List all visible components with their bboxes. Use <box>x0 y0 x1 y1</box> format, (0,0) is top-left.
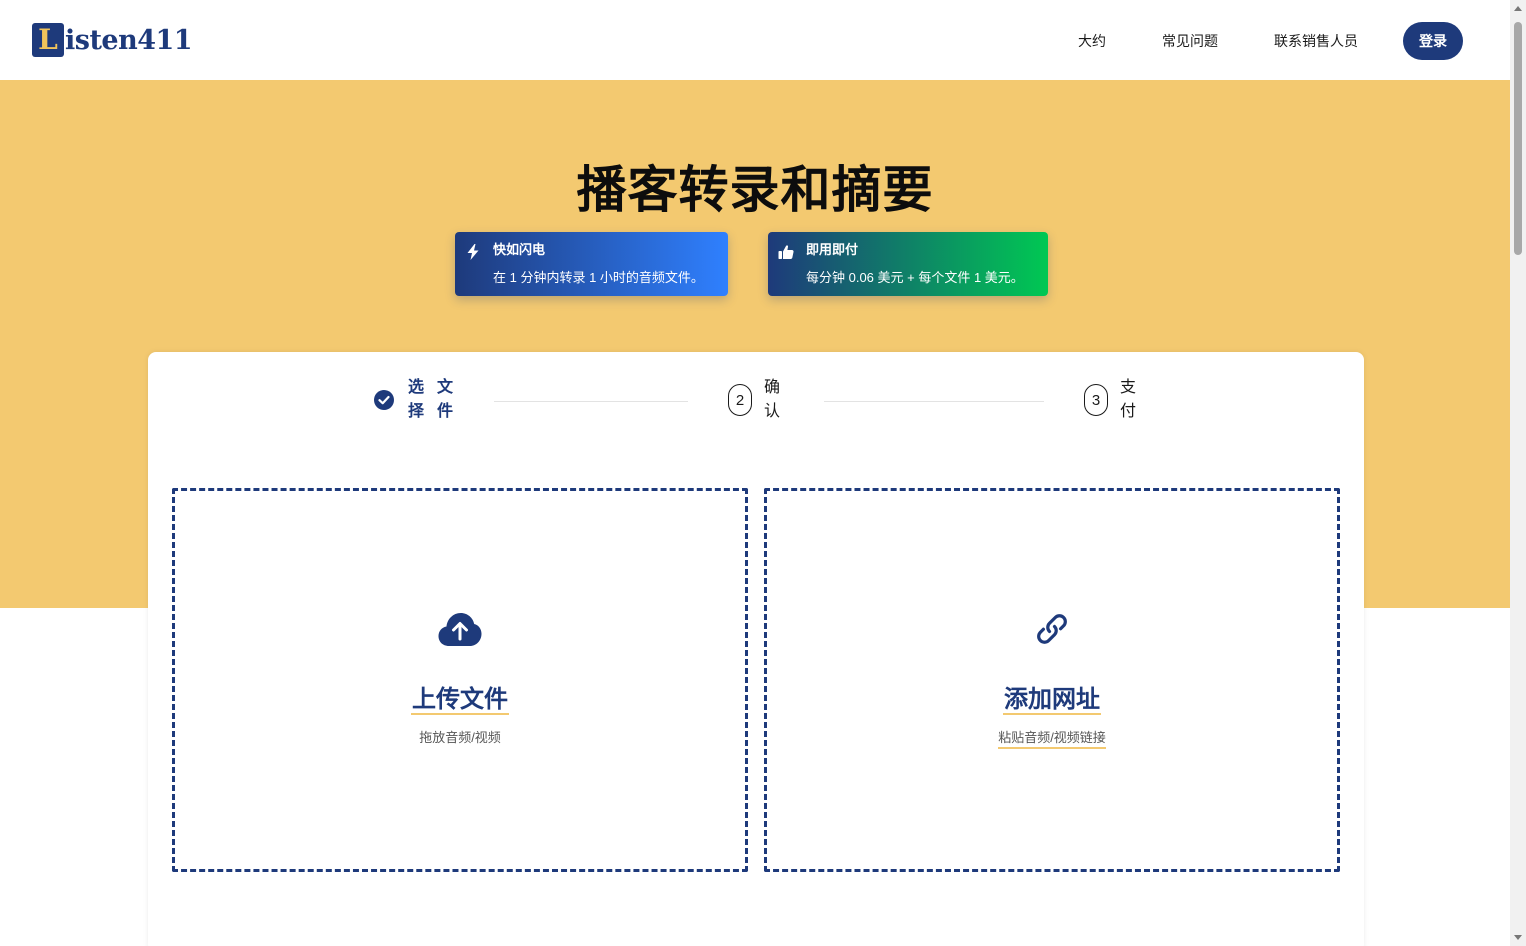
scroll-up-arrow-icon[interactable] <box>1514 6 1522 11</box>
step-1-label: 选 文 择 件 <box>408 376 454 424</box>
step-confirm: 2 确 认 <box>728 376 782 424</box>
nav-contact-sales[interactable]: 联系销售人员 <box>1274 31 1358 51</box>
page-title: 播客转录和摘要 <box>576 162 934 218</box>
logo-mark: L <box>32 23 64 57</box>
step-3-char: 付 <box>1120 403 1137 420</box>
feature-pay-as-you-go-card: 即用即付 每分钟 0.06 美元 + 每个文件 1 美元。 <box>768 232 1048 296</box>
link-icon <box>1030 609 1074 649</box>
lightning-icon <box>467 244 479 260</box>
step-2-label: 确 认 <box>764 376 782 424</box>
add-url-title[interactable]: 添加网址 <box>1003 687 1101 715</box>
add-url-subtitle[interactable]: 粘贴音频/视频链接 <box>998 729 1106 749</box>
main-nav: 大约 常见问题 联系销售人员 登录 <box>1078 22 1463 60</box>
step-connector <box>494 401 688 402</box>
nav-about[interactable]: 大约 <box>1078 31 1106 51</box>
upload-file-title[interactable]: 上传文件 <box>411 687 509 715</box>
step-select-file: 选 文 择 件 <box>372 376 454 424</box>
listen411-logo[interactable]: L isten411 <box>32 22 193 58</box>
feature-desc: 每分钟 0.06 美元 + 每个文件 1 美元。 <box>806 270 1024 285</box>
step-2-number: 2 <box>728 384 752 416</box>
nav-faq[interactable]: 常见问题 <box>1162 31 1218 51</box>
step-connector <box>824 401 1044 402</box>
scrollbar-thumb[interactable] <box>1514 22 1522 255</box>
login-button[interactable]: 登录 <box>1403 22 1463 60</box>
feature-title: 快如闪电 <box>493 242 546 257</box>
page-scrollbar[interactable] <box>1510 0 1526 946</box>
upload-card: 选 文 择 件 2 确 认 3 支 付 上传文件 拖放音频/视频 添加网址 粘贴… <box>148 352 1364 946</box>
logo-text: isten411 <box>65 24 193 56</box>
step-3-label: 支 付 <box>1120 376 1138 424</box>
scroll-down-arrow-icon[interactable] <box>1514 935 1522 940</box>
step-1-char: 选 <box>408 379 425 396</box>
step-1-indicator <box>372 384 396 416</box>
upload-file-dropzone[interactable]: 上传文件 拖放音频/视频 <box>172 488 748 872</box>
add-url-dropzone[interactable]: 添加网址 粘贴音频/视频链接 <box>764 488 1340 872</box>
cloud-upload-icon <box>438 609 482 649</box>
step-1-char: 择 <box>408 403 425 420</box>
feature-fast-card: 快如闪电 在 1 分钟内转录 1 小时的音频文件。 <box>455 232 728 296</box>
step-pay: 3 支 付 <box>1084 376 1138 424</box>
step-1-char: 文 <box>437 379 454 396</box>
logo-letter: L <box>38 23 58 56</box>
feature-desc: 在 1 分钟内转录 1 小时的音频文件。 <box>493 270 704 285</box>
step-3-char: 支 <box>1120 379 1137 396</box>
step-1-char: 件 <box>437 403 454 420</box>
step-2-char: 认 <box>764 403 781 420</box>
step-3-number: 3 <box>1084 384 1108 416</box>
check-circle-icon <box>374 390 394 410</box>
top-header: L isten411 大约 常见问题 联系销售人员 登录 <box>0 0 1510 80</box>
step-2-char: 确 <box>764 379 781 396</box>
feature-title: 即用即付 <box>806 242 859 257</box>
upload-file-subtitle: 拖放音频/视频 <box>419 730 501 745</box>
thumbs-up-icon <box>778 245 794 259</box>
